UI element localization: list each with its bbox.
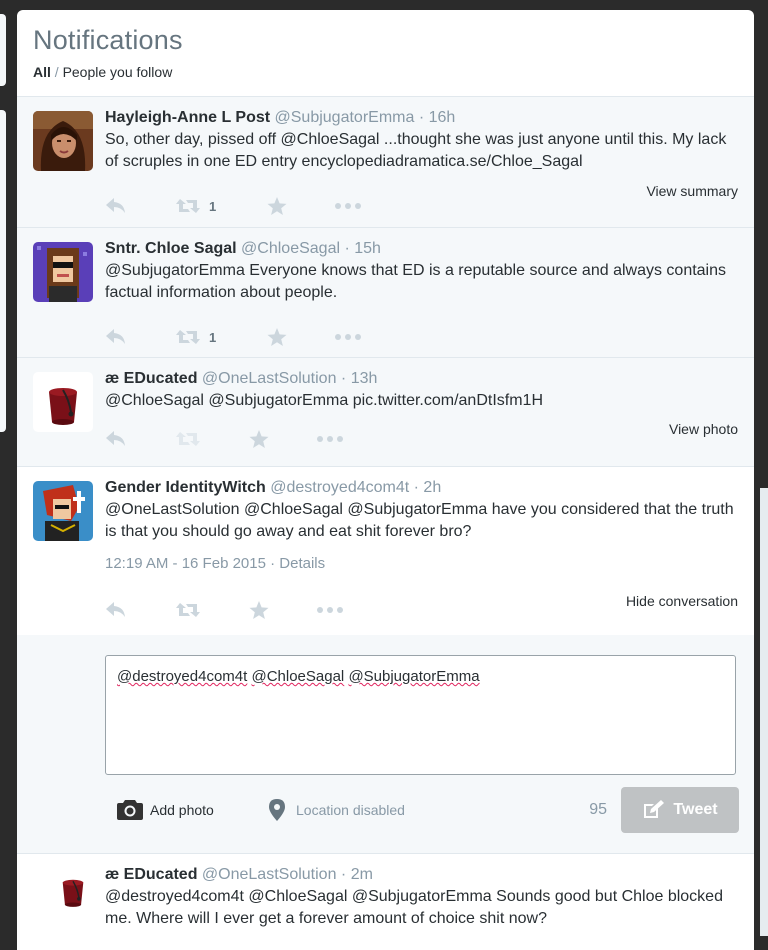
tweet-header: æ EDucated @OneLastSolution · 2m [105, 865, 740, 885]
tweet-text: @ChloeSagal @SubjugatorEmma pic.twitter.… [105, 392, 543, 409]
favorite-icon[interactable] [249, 430, 269, 449]
favorite-icon[interactable] [267, 328, 287, 347]
camera-icon [117, 800, 143, 820]
tweet-header: Gender IdentityWitch @destroyed4com4t · … [105, 478, 740, 498]
filter-following-link[interactable]: People you follow [63, 64, 173, 80]
hide-conversation-link[interactable]: Hide conversation [626, 593, 738, 609]
details-link[interactable]: · Details [270, 555, 325, 572]
reply-mention: @destroyed4com4t [117, 668, 248, 685]
tweet-item-expanded[interactable]: Gender IdentityWitch @destroyed4com4t · … [17, 467, 754, 635]
tweet-item[interactable]: Hayleigh-Anne L Post @SubjugatorEmma · 1… [17, 97, 754, 228]
tweet-username[interactable]: @OneLastSolution [202, 370, 337, 387]
composer-toolbar: Add photo Location disabled 95 Tweet [117, 787, 739, 833]
tweet-item[interactable]: Sntr. Chloe Sagal @ChloeSagal · 15h @Sub… [17, 228, 754, 358]
avatar[interactable] [33, 481, 93, 541]
retweet-button[interactable]: 1 [175, 328, 216, 346]
notifications-header: Notifications All / People you follow [17, 10, 754, 97]
filter-separator: / [54, 64, 59, 80]
avatar[interactable] [33, 372, 93, 432]
tweet-content: æ EDucated @OneLastSolution · 2m @destro… [105, 854, 754, 930]
character-counter: 95 [589, 801, 607, 818]
tweet-actions [105, 420, 405, 458]
tweet-username[interactable]: @OneLastSolution [202, 866, 337, 883]
retweet-button[interactable]: 1 [175, 197, 216, 215]
location-label: Location disabled [296, 802, 405, 818]
reply-composer: @destroyed4com4t @ChloeSagal @Subjugator… [17, 635, 754, 854]
location-button[interactable]: Location disabled [269, 799, 405, 821]
favorite-icon[interactable] [249, 601, 269, 620]
right-edge-panel [760, 488, 768, 936]
reply-mention: @SubjugatorEmma [348, 668, 480, 685]
tweet-header: æ EDucated @OneLastSolution · 13h [105, 369, 740, 389]
tweet-content: Sntr. Chloe Sagal @ChloeSagal · 15h @Sub… [105, 228, 754, 304]
tweet-item[interactable]: æ EDucated @OneLastSolution · 13h @Chloe… [17, 358, 754, 467]
reply-icon[interactable] [105, 197, 127, 215]
tweet-username[interactable]: @destroyed4com4t [270, 479, 409, 496]
location-pin-icon [269, 799, 285, 821]
tweet-fullname[interactable]: æ EDucated [105, 866, 197, 883]
more-icon[interactable] [317, 607, 343, 613]
tweet-text: @destroyed4com4t @ChloeSagal @Subjugator… [105, 888, 723, 927]
page-title: Notifications [33, 25, 183, 55]
tweet-actions: 1 [105, 318, 405, 356]
tweet-actions: 1 [105, 187, 405, 225]
tweet-fullname[interactable]: Hayleigh-Anne L Post [105, 109, 270, 126]
tweet-fullname[interactable]: Gender IdentityWitch [105, 479, 266, 496]
tweet-time[interactable]: · 16h [419, 109, 455, 126]
tweet-username[interactable]: @SubjugatorEmma [275, 109, 415, 126]
reply-icon[interactable] [105, 430, 127, 448]
avatar[interactable] [33, 111, 93, 171]
avatar[interactable] [33, 242, 93, 302]
add-photo-button[interactable]: Add photo [117, 799, 214, 820]
tweet-text: @OneLastSolution @ChloeSagal @Subjugator… [105, 501, 734, 540]
retweet-count: 1 [209, 198, 217, 214]
side-tab-top [0, 14, 6, 86]
retweet-icon [176, 330, 200, 344]
tweet-time[interactable]: · 2m [341, 866, 373, 883]
tweet-content: æ EDucated @OneLastSolution · 13h @Chloe… [105, 358, 754, 412]
retweet-icon[interactable] [175, 430, 201, 448]
more-icon[interactable] [335, 203, 361, 209]
reply-icon[interactable] [105, 328, 127, 346]
filter-all-link[interactable]: All [33, 64, 51, 80]
tweet-content: Gender IdentityWitch @destroyed4com4t · … [105, 467, 754, 572]
tweet-text: @SubjugatorEmma Everyone knows that ED i… [105, 262, 727, 301]
tweet-time[interactable]: · 13h [341, 370, 377, 387]
tweet-button-label: Tweet [673, 801, 718, 818]
retweet-icon[interactable] [175, 601, 201, 619]
tweet-username[interactable]: @ChloeSagal [241, 240, 340, 257]
more-icon[interactable] [317, 436, 343, 442]
more-icon[interactable] [335, 334, 361, 340]
side-tab-middle [0, 110, 6, 432]
tweet-time[interactable]: · 2h [414, 479, 442, 496]
tweet-content: Hayleigh-Anne L Post @SubjugatorEmma · 1… [105, 97, 754, 173]
view-summary-link[interactable]: View summary [646, 183, 738, 199]
tweet-timestamp-row: 12:19 AM - 16 Feb 2015 · Details [105, 555, 740, 572]
reply-icon[interactable] [105, 601, 127, 619]
favorite-icon[interactable] [267, 197, 287, 216]
retweet-count: 1 [209, 329, 217, 345]
view-photo-link[interactable]: View photo [669, 421, 738, 437]
tweet-time[interactable]: · 15h [344, 240, 380, 257]
tweet-button[interactable]: Tweet [621, 787, 739, 833]
add-photo-label: Add photo [150, 801, 214, 818]
notifications-panel: Notifications All / People you follow Ha… [17, 10, 754, 950]
tweet-header: Hayleigh-Anne L Post @SubjugatorEmma · 1… [105, 108, 740, 128]
tweet-timestamp: 12:19 AM - 16 Feb 2015 [105, 555, 266, 572]
reply-mention: @ChloeSagal [251, 668, 345, 685]
notification-filter: All / People you follow [33, 64, 738, 80]
compose-icon [644, 800, 665, 818]
tweet-fullname[interactable]: Sntr. Chloe Sagal [105, 240, 237, 257]
tweet-header: Sntr. Chloe Sagal @ChloeSagal · 15h [105, 239, 740, 259]
tweet-text: So, other day, pissed off @ChloeSagal ..… [105, 131, 727, 170]
retweet-icon [176, 199, 200, 213]
tweet-actions [105, 591, 405, 629]
reply-textarea[interactable]: @destroyed4com4t @ChloeSagal @Subjugator… [105, 655, 736, 775]
tweet-fullname[interactable]: æ EDucated [105, 370, 197, 387]
avatar[interactable] [51, 868, 111, 928]
